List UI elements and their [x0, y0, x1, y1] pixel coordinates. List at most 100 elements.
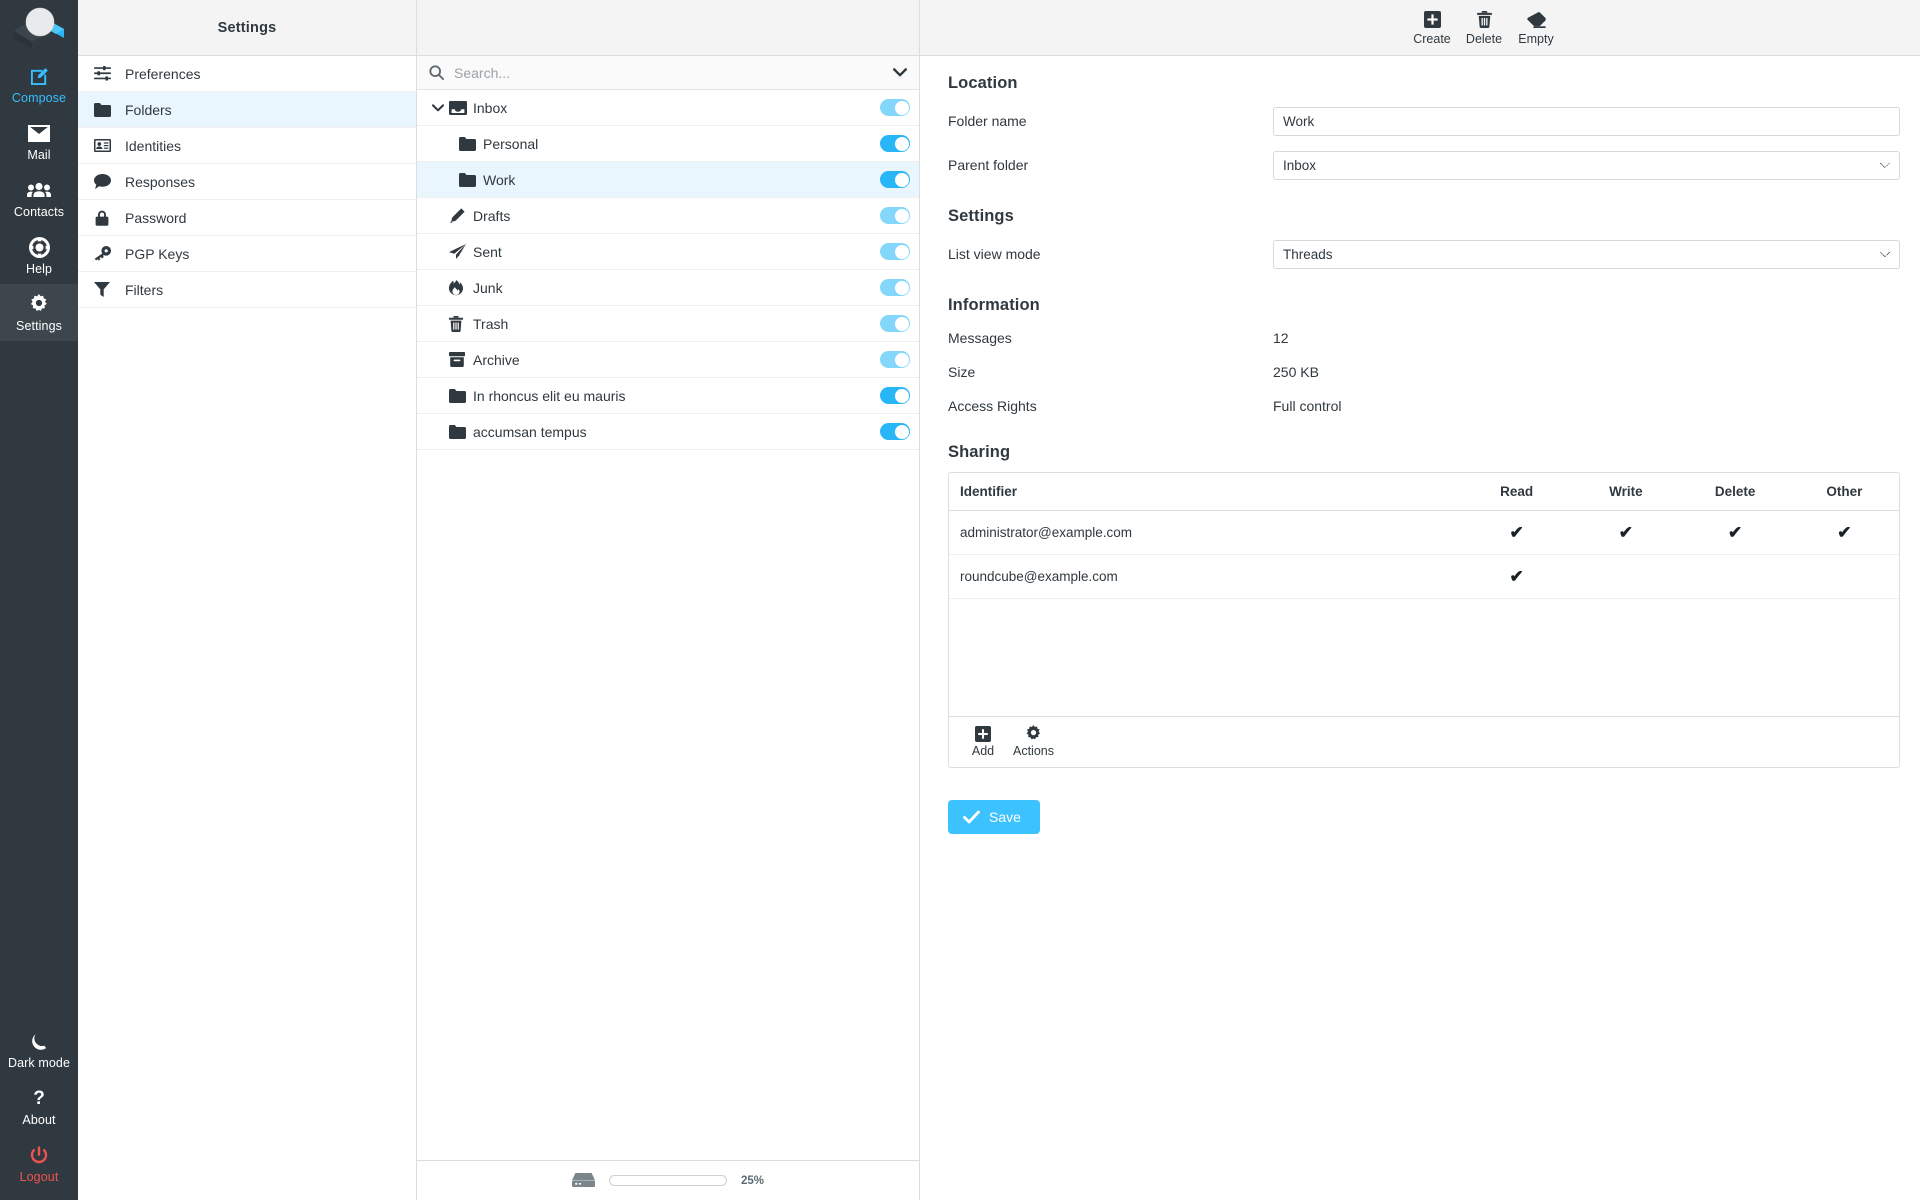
content-panel: Create Delete [920, 0, 1920, 1200]
quota-bar: 25% [417, 1160, 919, 1200]
settings-panel-header: Settings [78, 0, 416, 56]
sharing-table-box: Identifier Read Write Delete Other admin… [948, 472, 1900, 768]
sidebar-item-label: Filters [125, 282, 163, 298]
folder-row-custom-2[interactable]: accumsan tempus [417, 414, 919, 450]
info-row-size: Size 250 KB [948, 359, 1900, 385]
archive-icon [449, 352, 473, 367]
folder-icon [449, 389, 473, 403]
folder-row-left: Personal [417, 136, 880, 152]
folder-row-trash[interactable]: Trash [417, 306, 919, 342]
chevron-down-icon[interactable] [427, 104, 449, 112]
sharing-table-empty-space [949, 599, 1899, 716]
task-help[interactable]: Help [0, 227, 78, 284]
content-toolbar-header: Create Delete [920, 0, 1920, 56]
folder-row-custom-1[interactable]: In rhoncus elit eu mauris [417, 378, 919, 414]
task-compose[interactable]: Compose [0, 56, 78, 113]
add-button-label: Add [972, 745, 994, 758]
task-label: Contacts [14, 205, 64, 219]
folder-toggle[interactable] [880, 207, 910, 224]
sidebar-item-pgp-keys[interactable]: PGP Keys [78, 236, 416, 272]
sharing-table: Identifier Read Write Delete Other admin… [949, 473, 1899, 599]
folder-row-drafts[interactable]: Drafts [417, 198, 919, 234]
folder-toggle[interactable] [880, 351, 910, 368]
cell-write [1571, 555, 1680, 599]
add-button[interactable]: Add [961, 721, 1005, 761]
svg-text:?: ? [33, 1088, 45, 1108]
question-icon: ? [32, 1087, 46, 1109]
folder-toggle[interactable] [880, 99, 910, 116]
actions-button[interactable]: Actions [1005, 721, 1062, 761]
task-contacts[interactable]: Contacts [0, 170, 78, 227]
folder-name: Work [483, 172, 515, 188]
info-label: Size [948, 364, 1273, 380]
task-dark-mode[interactable]: Dark mode [0, 1021, 78, 1078]
trash-icon [449, 316, 473, 332]
sidebar-item-folders[interactable]: Folders [78, 92, 416, 128]
sidebar-item-responses[interactable]: Responses [78, 164, 416, 200]
folder-toggle[interactable] [880, 279, 910, 296]
fire-icon [449, 280, 473, 296]
field-parent-folder: Parent folder Inbox [948, 147, 1900, 183]
cell-other: ✔ [1790, 511, 1899, 555]
folder-row-inbox[interactable]: Inbox [417, 90, 919, 126]
folder-toggle[interactable] [880, 135, 910, 152]
folder-row-archive[interactable]: Archive [417, 342, 919, 378]
filter-icon [92, 282, 112, 297]
folder-list: Inbox Personal Work [417, 90, 919, 1160]
delete-button[interactable]: Delete [1458, 7, 1510, 49]
lock-icon [92, 210, 112, 226]
folder-row-left: Archive [417, 352, 880, 368]
folder-toggle[interactable] [880, 315, 910, 332]
task-label: About [22, 1113, 55, 1127]
folder-toggle[interactable] [880, 171, 910, 188]
cell-delete [1681, 555, 1790, 599]
settings-panel: Settings Preferences [78, 0, 417, 1200]
task-label: Mail [27, 148, 50, 162]
folder-row-left: Work [417, 172, 880, 188]
task-about[interactable]: ? About [0, 1078, 78, 1135]
empty-button[interactable]: Empty [1510, 7, 1562, 49]
save-button[interactable]: Save [948, 800, 1040, 834]
delete-button-label: Delete [1466, 33, 1502, 46]
folder-toggle[interactable] [880, 243, 910, 260]
create-button[interactable]: Create [1406, 7, 1458, 49]
column-header-read: Read [1462, 473, 1571, 511]
inbox-icon [449, 101, 473, 115]
sidebar-item-label: Identities [125, 138, 181, 154]
folder-row-junk[interactable]: Junk [417, 270, 919, 306]
folder-toggle[interactable] [880, 387, 910, 404]
folder-row-work[interactable]: Work [417, 162, 919, 198]
envelope-icon [28, 122, 50, 144]
folder-search-bar [417, 56, 919, 90]
info-value: 250 KB [1273, 364, 1319, 380]
task-sidebar: Compose Mail [0, 0, 78, 1200]
create-button-label: Create [1413, 33, 1451, 46]
task-settings[interactable]: Settings [0, 284, 78, 341]
folder-icon [459, 137, 483, 151]
sidebar-item-filters[interactable]: Filters [78, 272, 416, 308]
sidebar-item-preferences[interactable]: Preferences [78, 56, 416, 92]
info-label: Messages [948, 330, 1273, 346]
table-row[interactable]: administrator@example.com ✔ ✔ ✔ ✔ [949, 511, 1899, 555]
folder-row-personal[interactable]: Personal [417, 126, 919, 162]
list-view-mode-select[interactable]: Threads [1273, 240, 1900, 269]
parent-folder-select[interactable]: Inbox [1273, 151, 1900, 180]
table-row[interactable]: roundcube@example.com ✔ [949, 555, 1899, 599]
search-input[interactable] [454, 65, 877, 81]
folder-name-label: Folder name [948, 113, 1273, 129]
sidebar-item-password[interactable]: Password [78, 200, 416, 236]
cell-write: ✔ [1571, 511, 1680, 555]
folder-name-input[interactable] [1273, 107, 1900, 136]
sharing-table-footer: Add Actions [949, 716, 1899, 767]
sharing-table-body: administrator@example.com ✔ ✔ ✔ ✔ roundc… [949, 511, 1899, 599]
sidebar-item-identities[interactable]: Identities [78, 128, 416, 164]
table-header-row: Identifier Read Write Delete Other [949, 473, 1899, 511]
chevron-down-icon[interactable] [887, 68, 907, 77]
info-row-access-rights: Access Rights Full control [948, 393, 1900, 419]
sidebar-item-label: Preferences [125, 66, 200, 82]
task-logout[interactable]: Logout [0, 1135, 78, 1192]
check-icon [963, 810, 980, 824]
folder-toggle[interactable] [880, 423, 910, 440]
folder-row-sent[interactable]: Sent [417, 234, 919, 270]
task-mail[interactable]: Mail [0, 113, 78, 170]
